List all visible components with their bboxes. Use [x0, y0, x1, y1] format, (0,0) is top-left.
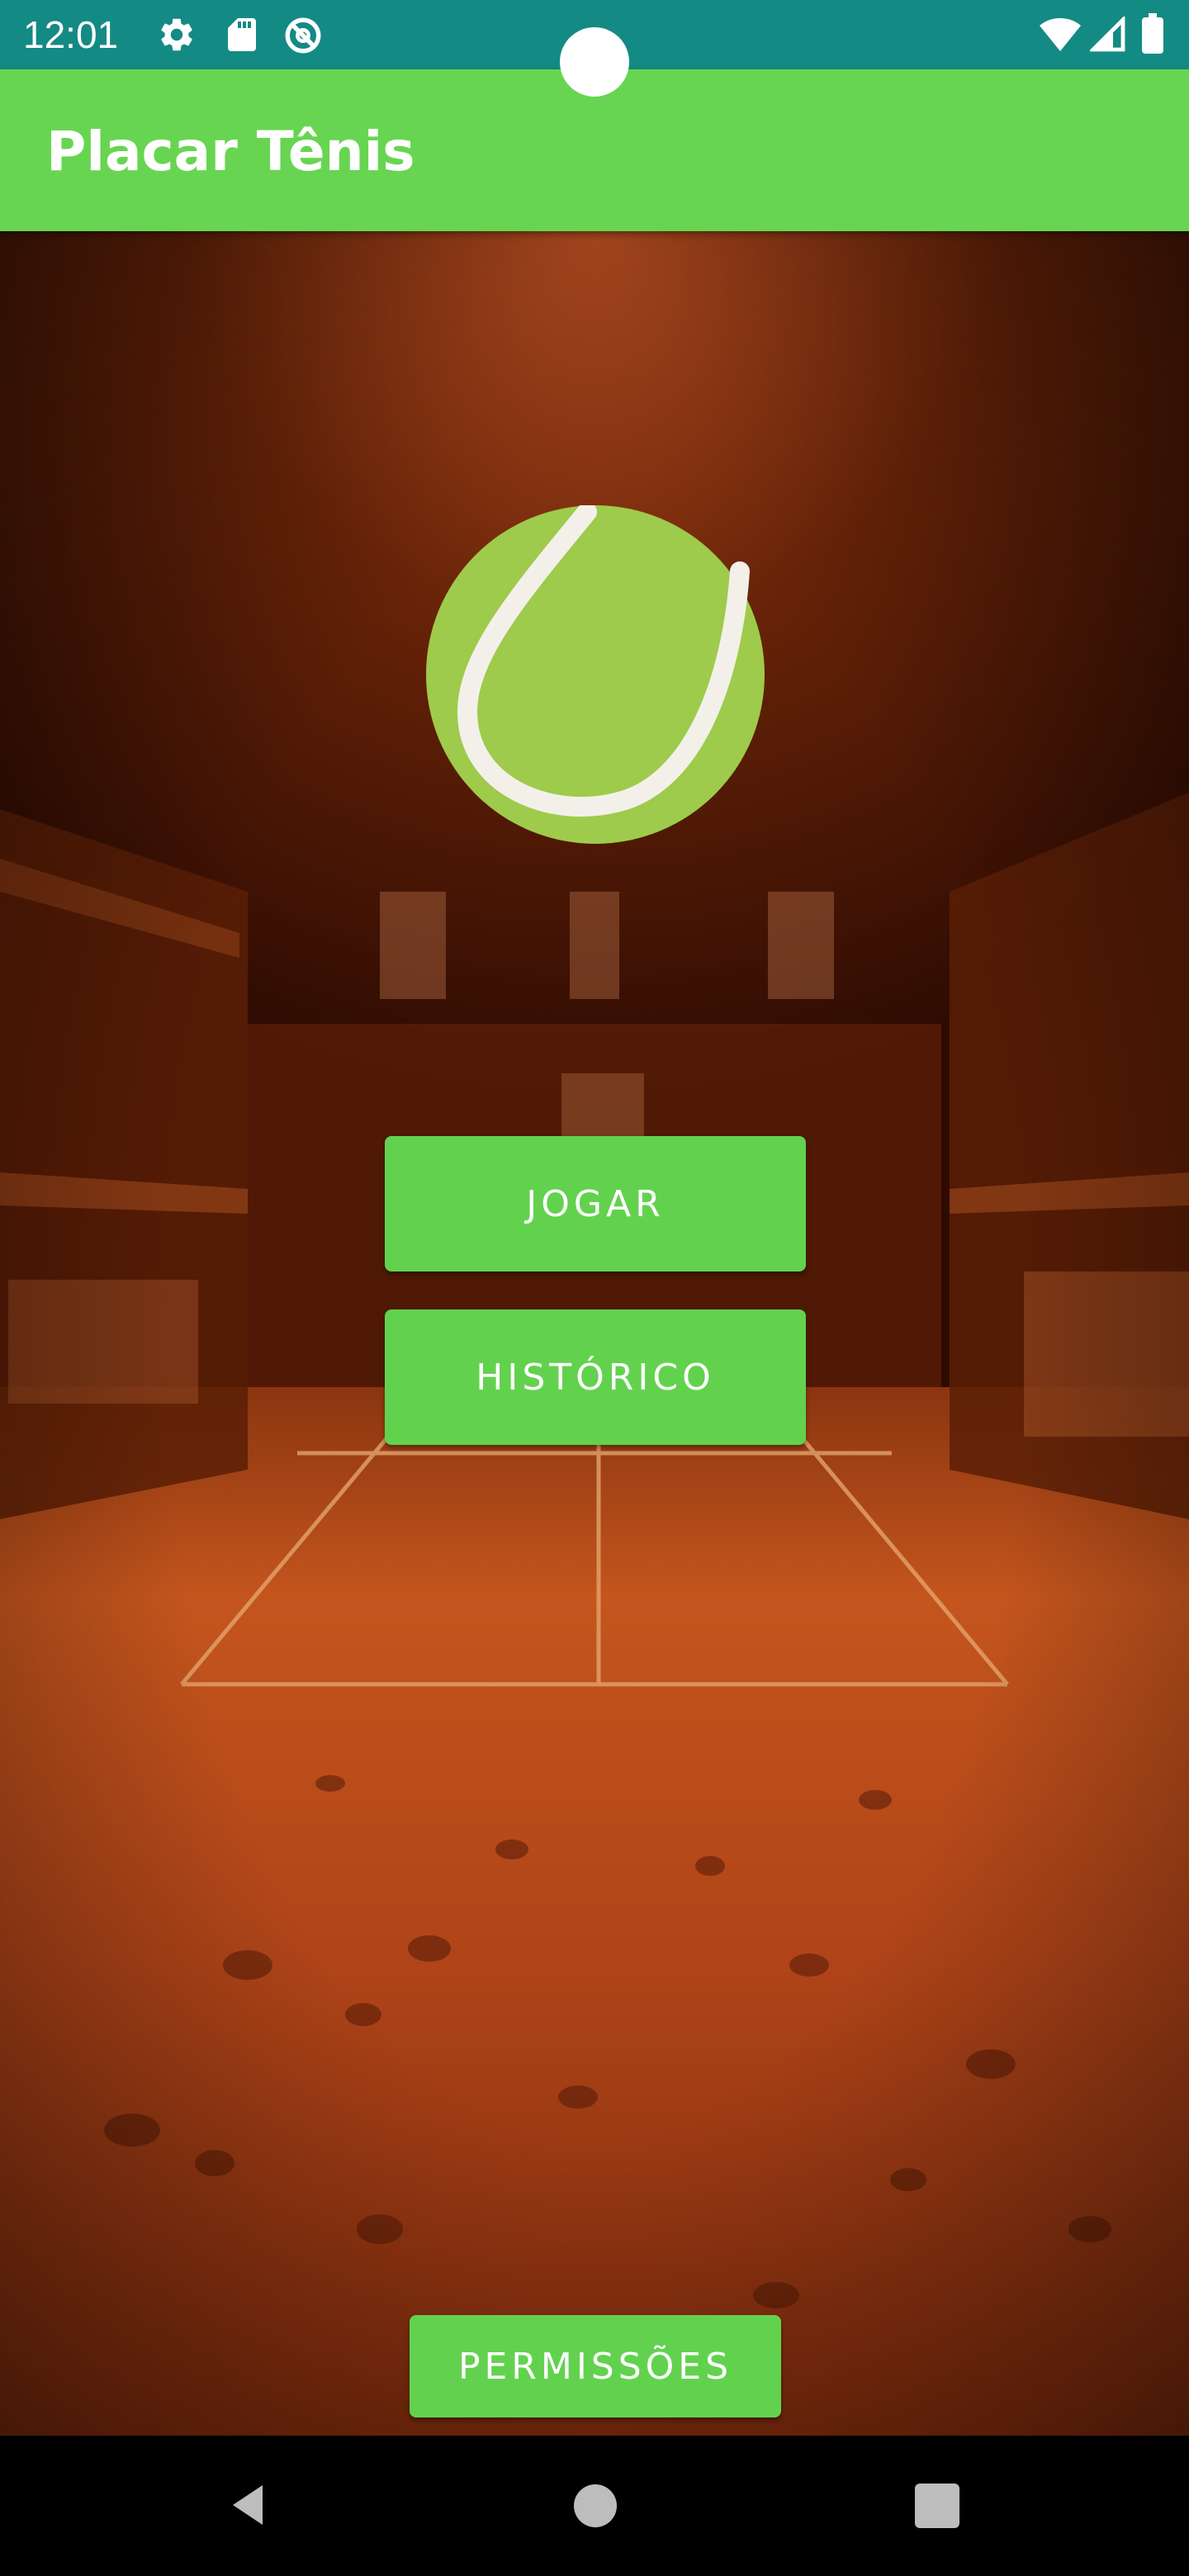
- history-button[interactable]: HISTÓRICO: [385, 1309, 806, 1445]
- home-icon[interactable]: [573, 2484, 618, 2528]
- play-button[interactable]: JOGAR: [385, 1136, 806, 1271]
- data-saver-icon: [285, 17, 321, 54]
- main-content: JOGAR HISTÓRICO PERMISSÕES: [0, 231, 1189, 2436]
- sd-card-icon: [228, 18, 256, 51]
- permissions-button[interactable]: PERMISSÕES: [410, 2315, 781, 2417]
- tennis-ball-icon: [426, 505, 765, 844]
- app-title: Placar Tênis: [46, 120, 415, 183]
- app-screen: 12:01 Placar Tênis JOGAR HISTÓRICO PERMI…: [0, 0, 1189, 2576]
- recents-icon[interactable]: [915, 2484, 959, 2528]
- navigation-bar: [0, 2436, 1189, 2576]
- wifi-icon: [1040, 18, 1081, 51]
- status-time: 12:01: [23, 13, 119, 56]
- signal-icon: [1090, 17, 1125, 52]
- camera-cutout: [560, 27, 629, 97]
- battery-icon: [1142, 13, 1163, 54]
- back-icon[interactable]: [223, 2480, 272, 2530]
- gear-icon: [161, 18, 192, 51]
